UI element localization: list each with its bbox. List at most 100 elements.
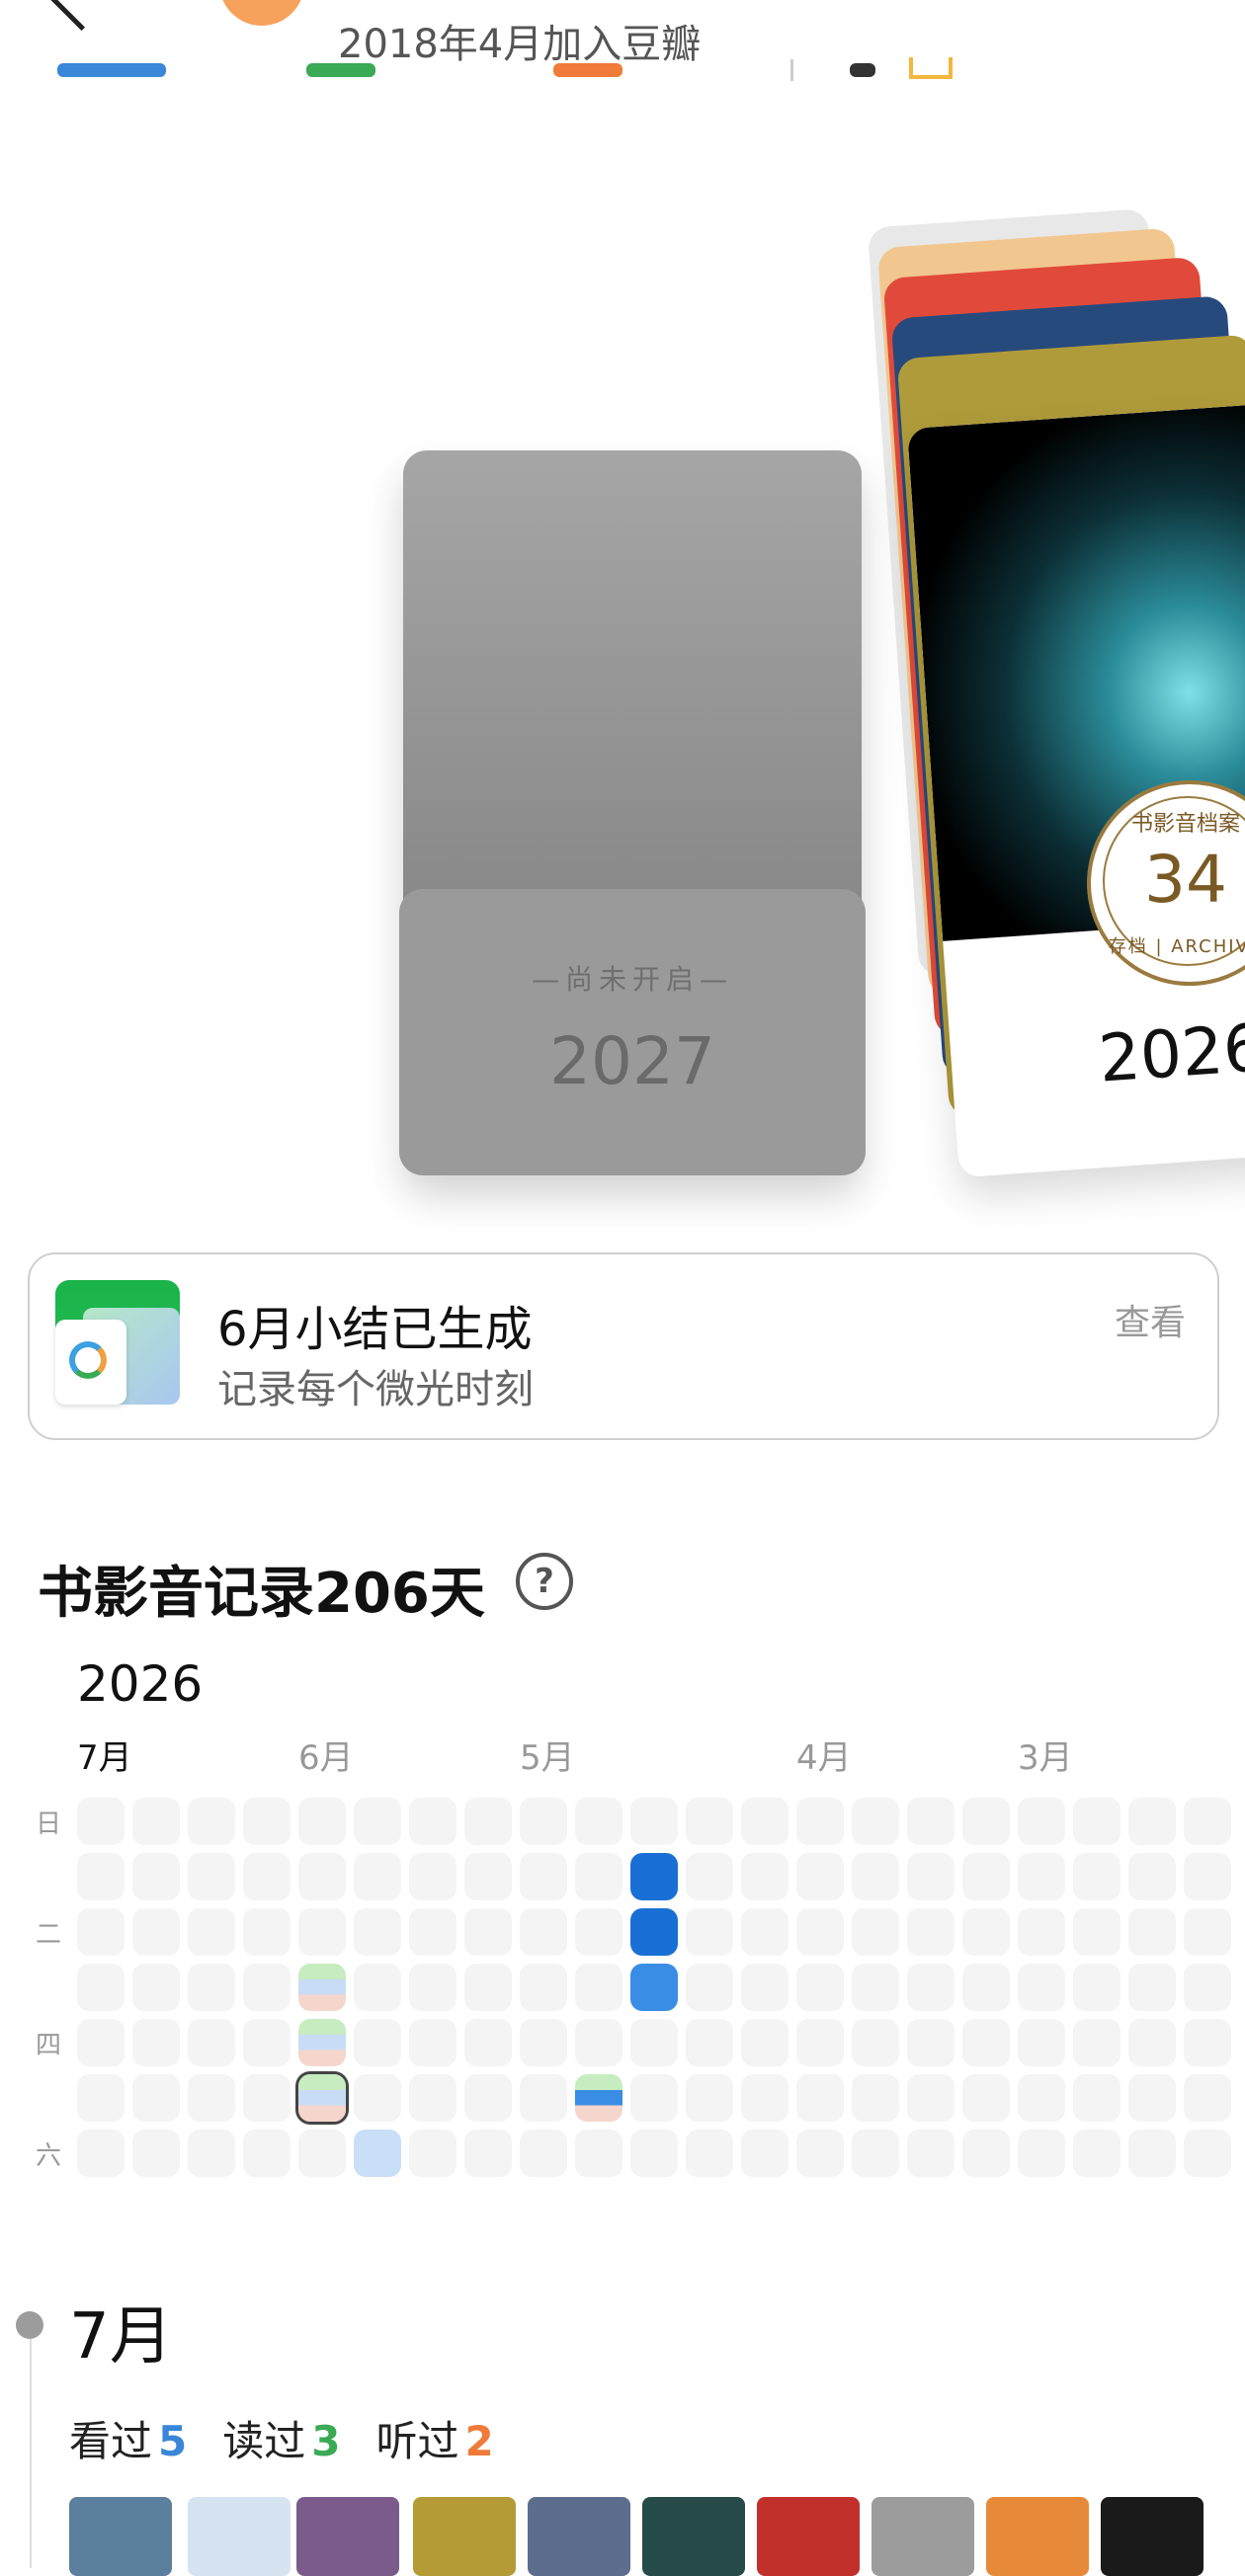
heatmap-cell (1018, 2019, 1065, 2066)
cover-thumb-2[interactable] (188, 2497, 290, 2576)
join-date-text: 2018年4月加入豆瓣 (338, 22, 702, 67)
heatmap-cell (409, 1908, 456, 1956)
card-2027-year: 2027 (549, 1023, 715, 1099)
listened-label[interactable]: 听过 (376, 2417, 459, 2465)
heatmap-cell (907, 2130, 954, 2177)
weekday-thu: 四 (36, 2031, 62, 2060)
heatmap-cell (132, 2019, 180, 2066)
heatmap-cell (741, 1798, 788, 1845)
heatmap-cell (298, 1908, 346, 1956)
heatmap-cell (77, 1798, 124, 1845)
heatmap-cell (962, 1908, 1010, 1956)
month-label-may: 5月 (520, 1738, 575, 1778)
heatmap-cell (1184, 1853, 1231, 1900)
heatmap-cell[interactable] (630, 1964, 678, 2011)
heatmap-cell[interactable] (298, 2019, 346, 2066)
heatmap-cell (1128, 2074, 1176, 2122)
heatmap-cell (409, 2074, 456, 2122)
cover-thumb-7[interactable] (757, 2497, 860, 2576)
cover-thumb-3[interactable] (296, 2497, 399, 2576)
heatmap-cell (1184, 1798, 1231, 1845)
heatmap-cell[interactable] (630, 1908, 678, 1956)
heatmap-cell (575, 1798, 622, 1845)
heatmap-cell (1073, 2130, 1120, 2177)
heatmap-cell (630, 2130, 678, 2177)
heatmap-cell (1128, 2130, 1176, 2177)
stat-listened-count[interactable] (553, 63, 622, 77)
read-label[interactable]: 读过 (222, 2417, 305, 2465)
cover-thumb-9[interactable] (986, 2497, 1089, 2576)
heatmap-cell (852, 1908, 899, 1956)
help-icon[interactable]: ? (516, 1553, 573, 1610)
heatmap-cell (464, 1964, 512, 2011)
heatmap-cell[interactable] (298, 2074, 346, 2122)
heatmap-cell (907, 1853, 954, 1900)
heatmap-cell[interactable] (298, 1964, 346, 2011)
stat-other-count[interactable] (850, 63, 875, 77)
heatmap-cell (907, 1908, 954, 1956)
heatmap-cell (796, 1798, 844, 1845)
heatmap-cell[interactable] (575, 2074, 622, 2122)
heatmap-cell (1073, 2019, 1120, 2066)
heatmap-cell (962, 1798, 1010, 1845)
heatmap-cell (1018, 1908, 1065, 1956)
heatmap-cell (354, 1798, 401, 1845)
watched-label[interactable]: 看过 (69, 2417, 152, 2465)
heatmap-cell (852, 1798, 899, 1845)
cover-thumb-6[interactable] (642, 2497, 745, 2576)
month-label-mar: 3月 (1018, 1738, 1073, 1778)
heatmap-cell (852, 2130, 899, 2177)
heatmap-cell (77, 1853, 124, 1900)
stat-watched-count[interactable] (57, 63, 166, 77)
avatar[interactable] (219, 0, 304, 26)
heatmap-cell (962, 2019, 1010, 2066)
card-2026-year: 2026 (1096, 1009, 1245, 1097)
cover-thumb-10[interactable] (1101, 2497, 1204, 2576)
heatmap-cell (298, 2130, 346, 2177)
heatmap-cell (741, 1853, 788, 1900)
heatmap-cell (243, 1798, 290, 1845)
heatmap-cell (354, 2019, 401, 2066)
heatmap-cell (188, 2074, 235, 2122)
back-arrow-icon[interactable] (46, 0, 117, 32)
stat-divider (790, 59, 793, 81)
listened-count[interactable]: 2 (465, 2417, 494, 2465)
badge-count: 34 (1144, 842, 1227, 918)
heatmap-cell (464, 1853, 512, 1900)
monthly-summary-banner[interactable]: 6月小结已生成 记录每个微光时刻 查看 (28, 1252, 1219, 1440)
heatmap-cell (464, 2074, 512, 2122)
heatmap-cell (907, 2019, 954, 2066)
heatmap-cell (1018, 2130, 1065, 2177)
heatmap-cell (686, 1798, 733, 1845)
summary-subtitle: 记录每个微光时刻 (217, 1367, 534, 1412)
heatmap-cell (243, 1908, 290, 1956)
stat-read-count[interactable] (306, 63, 375, 77)
heatmap-cell (520, 1853, 567, 1900)
heatmap-cell (464, 2130, 512, 2177)
heatmap-cell (1184, 1908, 1231, 1956)
heatmap-cell (1073, 1908, 1120, 1956)
cover-thumb-1[interactable] (69, 2497, 172, 2576)
heatmap-cell (1128, 1964, 1176, 2011)
heatmap-cell (1128, 2019, 1176, 2066)
heatmap-cell (575, 1853, 622, 1900)
cover-thumb-4[interactable] (413, 2497, 516, 2576)
cover-thumb-8[interactable] (872, 2497, 974, 2576)
heatmap-cell (796, 1908, 844, 1956)
heatmap-cell[interactable] (630, 1853, 678, 1900)
summary-view-button[interactable]: 查看 (1115, 1294, 1186, 1345)
cover-thumb-5[interactable] (528, 2497, 630, 2576)
read-count[interactable]: 3 (311, 2417, 340, 2465)
heatmap-cell[interactable] (354, 2130, 401, 2177)
heatmap-cell (1018, 1964, 1065, 2011)
heatmap-cell (1073, 2074, 1120, 2122)
heatmap-cell (1184, 1964, 1231, 2011)
heatmap-cell (1128, 1853, 1176, 1900)
heatmap-cell (630, 1798, 678, 1845)
watched-count[interactable]: 5 (158, 2417, 187, 2465)
heatmap-cell (132, 1798, 180, 1845)
heatmap-cell (630, 2019, 678, 2066)
heatmap-cell (962, 2130, 1010, 2177)
heatmap-cell (188, 2130, 235, 2177)
timeline-dot (16, 2311, 43, 2339)
